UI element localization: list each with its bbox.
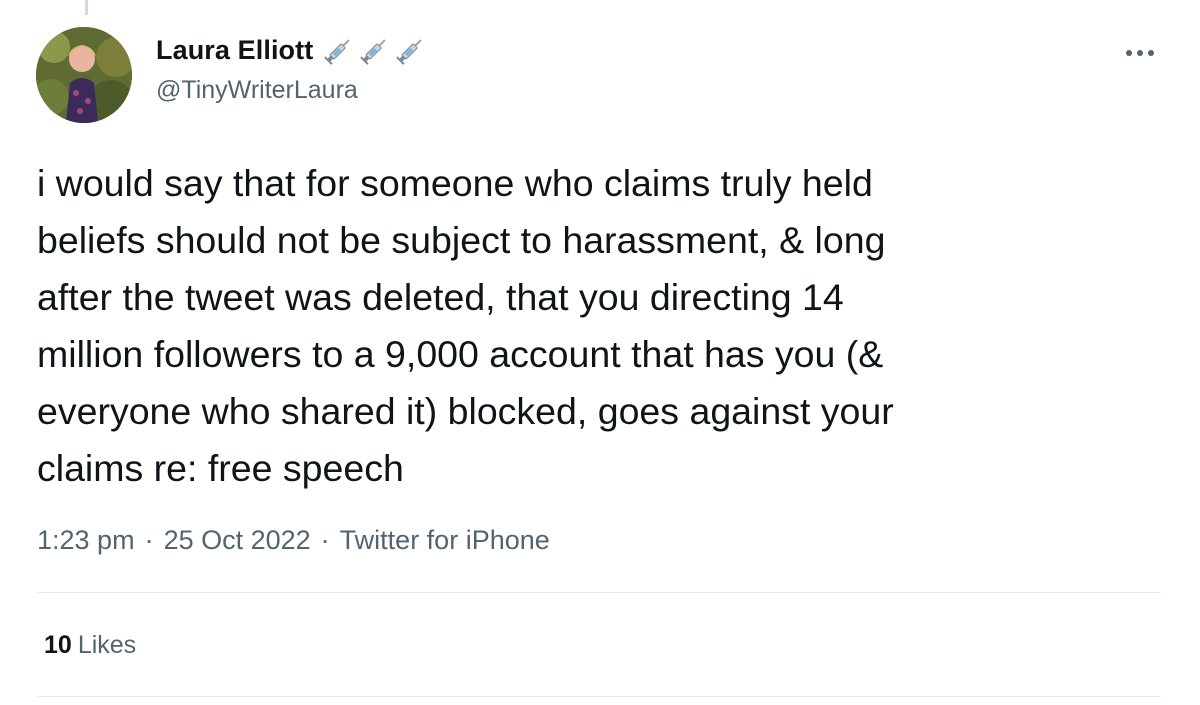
syringe-icon (324, 39, 350, 65)
avatar-photo (36, 27, 132, 123)
avatar[interactable] (36, 27, 132, 123)
divider (37, 696, 1161, 697)
likes-count: 10 (44, 630, 72, 659)
likes-link[interactable]: 10 Likes (44, 625, 136, 665)
author-handle[interactable]: @TinyWriterLaura (156, 76, 358, 105)
thread-connector-line (85, 0, 88, 15)
display-name[interactable]: Laura Elliott (156, 35, 313, 66)
more-options-button[interactable] (1118, 38, 1162, 68)
tweet-text: i would say that for someone who claims … (37, 162, 894, 489)
more-icon-dot (1137, 50, 1143, 56)
meta-separator: · (144, 524, 154, 555)
tweet-source[interactable]: Twitter for iPhone (340, 525, 550, 556)
divider (37, 592, 1161, 593)
syringe-icon (360, 39, 386, 65)
name-emoji-group (323, 34, 427, 66)
tweet-date[interactable]: 25 Oct 2022 (164, 525, 311, 556)
syringe-icon (396, 39, 422, 65)
more-icon-dot (1148, 50, 1154, 56)
tweet-page: Laura Elliott @TinyWriterLaura i would s… (0, 0, 1200, 705)
tweet-time[interactable]: 1:23 pm (37, 525, 135, 556)
tweet-meta: 1:23 pm · 25 Oct 2022 · Twitter for iPho… (37, 520, 550, 560)
author-name-row: Laura Elliott (156, 30, 427, 70)
likes-label: Likes (77, 630, 137, 659)
meta-separator: · (320, 524, 330, 555)
more-icon-dot (1126, 50, 1132, 56)
